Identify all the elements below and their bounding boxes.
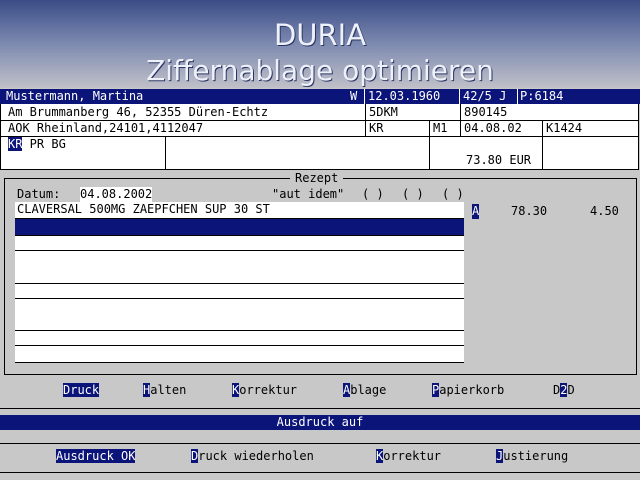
rezept-title: Rezept	[290, 171, 344, 185]
separator	[0, 443, 640, 444]
flag-others: PR BG	[22, 137, 66, 151]
list-item[interactable]	[15, 236, 464, 251]
justierung-label: ustierung	[503, 449, 569, 463]
menu-d2d[interactable]: D2D	[553, 383, 575, 397]
flag-kr[interactable]: KR	[8, 137, 23, 151]
aut-idem-checkbox-3[interactable]: ( )	[442, 187, 464, 202]
korrektur-button[interactable]: Korrektur	[376, 449, 441, 463]
aut-idem-checkbox-1[interactable]: ( )	[362, 187, 384, 202]
app-subtitle: Ziffernablage optimieren	[146, 54, 494, 87]
date-field[interactable]: 04.08.2002	[80, 187, 153, 203]
title-banner: DURIA Ziffernablage optimieren	[0, 0, 640, 88]
insurance-type: KR	[369, 121, 384, 135]
patient-status: 5DKM	[369, 105, 398, 119]
list-item[interactable]	[15, 251, 464, 284]
insurer-info: AOK Rheinland,24101,4112047	[8, 121, 204, 135]
list-item[interactable]: CLAVERSAL 500MG ZAEPFCHEN SUP 30 ST	[15, 202, 464, 219]
menu-druck-label: ruck	[70, 383, 100, 397]
aut-idem-checkbox-2[interactable]: ( )	[402, 187, 424, 202]
item-text: CLAVERSAL 500MG ZAEPFCHEN SUP 30 ST	[17, 202, 270, 216]
menu-halten-label: alten	[150, 383, 187, 397]
item-copay: 4.50	[590, 204, 619, 218]
menu-ablage[interactable]: Ablage	[343, 383, 386, 397]
item-price: 78.30	[511, 204, 548, 218]
amount-total: 73.80 EUR	[466, 153, 532, 167]
menu-korrektur[interactable]: Korrektur	[232, 383, 297, 397]
menu-papierkorb[interactable]: Papierkorb	[432, 383, 504, 397]
list-item[interactable]	[15, 299, 464, 331]
separator	[0, 472, 640, 473]
doctor-code: K1424	[546, 121, 583, 135]
justierung-button[interactable]: Justierung	[496, 449, 568, 463]
menu-halten[interactable]: Halten	[143, 383, 186, 397]
patient-address: Am Brummanberg 46, 52355 Düren-Echtz	[8, 105, 269, 119]
korrektur-label: orrektur	[383, 449, 442, 463]
date-label: Datum:	[17, 187, 61, 201]
status-bar: Ausdruck auf	[0, 415, 640, 430]
patient-info-panel: Am Brummanberg 46, 52355 Düren-Echtz 5DK…	[0, 104, 639, 170]
menu-papierkorb-label: apierkorb	[439, 383, 505, 397]
app-title: DURIA	[273, 18, 367, 52]
list-item[interactable]	[15, 346, 464, 363]
patient-id: P:6184	[520, 89, 580, 104]
patient-name: Mustermann, Martina	[6, 89, 346, 104]
patient-flags: KR PR BG	[8, 137, 158, 152]
prescription-list[interactable]: CLAVERSAL 500MG ZAEPFCHEN SUP 30 ST	[15, 202, 464, 363]
menu-ablage-label: blage	[350, 383, 387, 397]
valid-date: 04.08.02	[464, 121, 522, 135]
patient-age: 42/5 J	[463, 89, 515, 104]
patient-bar[interactable]: Mustermann, Martina W 12.03.1960 42/5 J …	[0, 89, 640, 104]
ausdruck-ok-button[interactable]: Ausdruck OK	[56, 449, 136, 463]
aut-idem-label: "aut idem"	[272, 187, 345, 201]
druck-wiederholen-button[interactable]: Druck wiederholen	[191, 449, 314, 463]
druck-wiederholen-label: ruck wiederholen	[198, 449, 314, 463]
member-type: M1	[433, 121, 448, 135]
separator	[0, 408, 640, 409]
list-item[interactable]	[15, 284, 464, 299]
menu-korrektur-label: orrektur	[239, 383, 298, 397]
list-item[interactable]	[15, 331, 464, 346]
insurance-number: 890145	[464, 105, 508, 119]
list-item-selected[interactable]	[15, 219, 464, 236]
menu-d2d-post: D	[567, 383, 575, 397]
patient-birthdate: 12.03.1960	[368, 89, 456, 104]
item-flag[interactable]: A	[472, 204, 480, 219]
patient-gender: W	[350, 89, 362, 104]
menu-druck[interactable]: Druck	[63, 383, 100, 397]
